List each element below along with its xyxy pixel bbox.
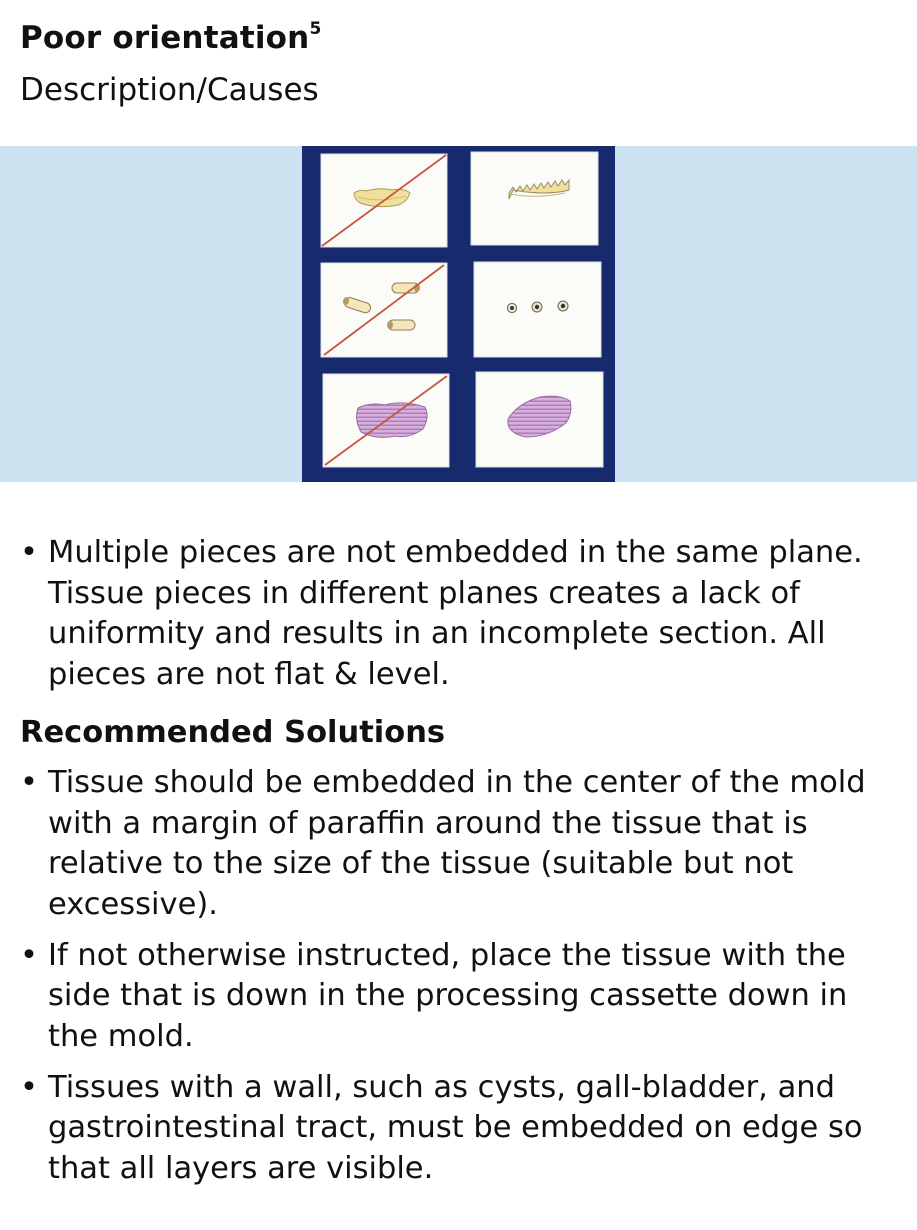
title-footnote-marker: 5 bbox=[309, 19, 322, 39]
section-heading-description: Description/Causes bbox=[20, 72, 319, 108]
causes-list: Multiple pieces are not embedded in the … bbox=[20, 533, 900, 696]
orientation-figure bbox=[302, 146, 615, 482]
list-item: If not otherwise instructed, place the t… bbox=[20, 936, 900, 1058]
panel-layered-tissue-flat bbox=[322, 373, 450, 468]
section-heading-solutions: Recommended Solutions bbox=[20, 714, 446, 750]
panel-tube-cross-sections bbox=[473, 261, 602, 358]
list-item: Tissue should be embedded in the center … bbox=[20, 763, 900, 926]
panel-layered-tissue-on-edge bbox=[475, 371, 604, 468]
body-content: Multiple pieces are not embedded in the … bbox=[20, 533, 900, 1200]
solutions-list: Tissue should be embedded in the center … bbox=[20, 763, 900, 1190]
page-title-text: Poor orientation bbox=[20, 20, 310, 56]
panel-tooth-flat bbox=[320, 153, 448, 248]
panel-tubes-lying bbox=[320, 262, 448, 358]
panel-tooth-on-edge bbox=[470, 151, 599, 246]
list-item: Tissues with a wall, such as cysts, gall… bbox=[20, 1068, 900, 1190]
orientation-illustration bbox=[320, 151, 604, 468]
page-title: Poor orientation5 bbox=[20, 18, 321, 58]
list-item: Multiple pieces are not embedded in the … bbox=[20, 533, 900, 696]
